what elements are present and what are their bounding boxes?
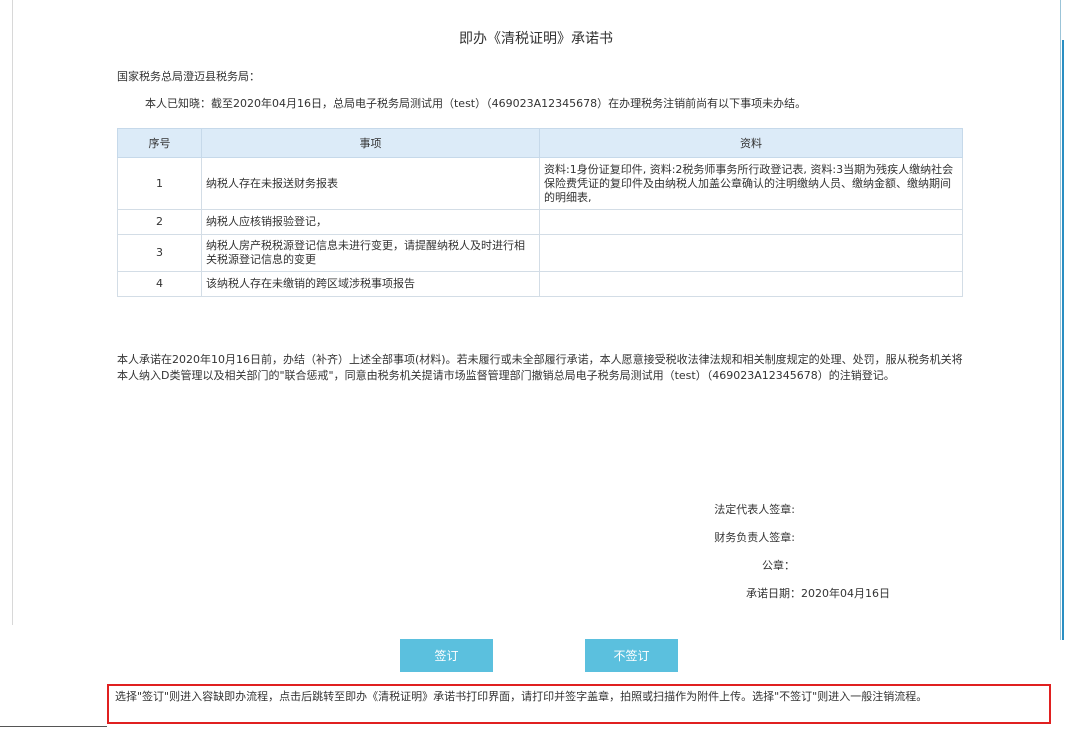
row-item: 该纳税人存在未缴销的跨区域涉税事项报告 xyxy=(201,271,540,297)
official-seal: 公章： xyxy=(762,559,795,572)
addressee: 国家税务总局澄迈县税务局： xyxy=(117,70,260,83)
row-num: 4 xyxy=(117,271,202,297)
left-border xyxy=(12,0,13,625)
table-row: 4 该纳税人存在未缴销的跨区域涉税事项报告 xyxy=(117,271,963,297)
row-num: 3 xyxy=(117,234,202,272)
page-title: 即办《清税证明》承诺书 xyxy=(459,31,613,47)
row-material xyxy=(539,271,963,297)
row-material xyxy=(539,234,963,272)
row-item: 纳税人存在未报送财务报表 xyxy=(201,157,540,210)
row-num: 2 xyxy=(117,209,202,235)
items-table: 序号 事项 资料 1 纳税人存在未报送财务报表 资料:1身份证复印件, 资料:2… xyxy=(117,128,963,297)
pledge-text: 本人承诺在2020年10月16日前，办结（补齐）上述全部事项(材料)。若未履行或… xyxy=(117,353,963,382)
bottom-divider xyxy=(0,726,107,727)
row-item: 纳税人房产税税源登记信息未进行变更，请提醒纳税人及时进行相关税源登记信息的变更 xyxy=(201,234,540,272)
table-row: 3 纳税人房产税税源登记信息未进行变更，请提醒纳税人及时进行相关税源登记信息的变… xyxy=(117,234,963,272)
header-num: 序号 xyxy=(117,128,202,158)
notice-box: 选择"签订"则进入容缺即办流程，点击后跳转至即办《清税证明》承诺书打印界面，请打… xyxy=(107,684,1051,724)
table-header-row: 序号 事项 资料 xyxy=(117,128,963,158)
no-sign-button[interactable]: 不签订 xyxy=(585,639,678,672)
row-num: 1 xyxy=(117,157,202,210)
sign-button[interactable]: 签订 xyxy=(400,639,493,672)
finance-signature: 财务负责人签章: xyxy=(714,531,795,544)
row-material: 资料:1身份证复印件, 资料:2税务师事务所行政登记表, 资料:3当期为残疾人缴… xyxy=(539,157,963,210)
scroll-edge xyxy=(1062,40,1064,640)
legal-rep-signature: 法定代表人签章: xyxy=(714,503,795,516)
header-item: 事项 xyxy=(201,128,540,158)
right-border xyxy=(1060,0,1061,640)
header-material: 资料 xyxy=(539,128,963,158)
table-row: 1 纳税人存在未报送财务报表 资料:1身份证复印件, 资料:2税务师事务所行政登… xyxy=(117,157,963,210)
table-row: 2 纳税人应核销报验登记， xyxy=(117,209,963,235)
pledge-date: 承诺日期：2020年04月16日 xyxy=(746,587,890,600)
row-item: 纳税人应核销报验登记， xyxy=(201,209,540,235)
row-material xyxy=(539,209,963,235)
intro-text: 本人已知晓：截至2020年04月16日，总局电子税务局测试用（test）（469… xyxy=(145,97,807,110)
